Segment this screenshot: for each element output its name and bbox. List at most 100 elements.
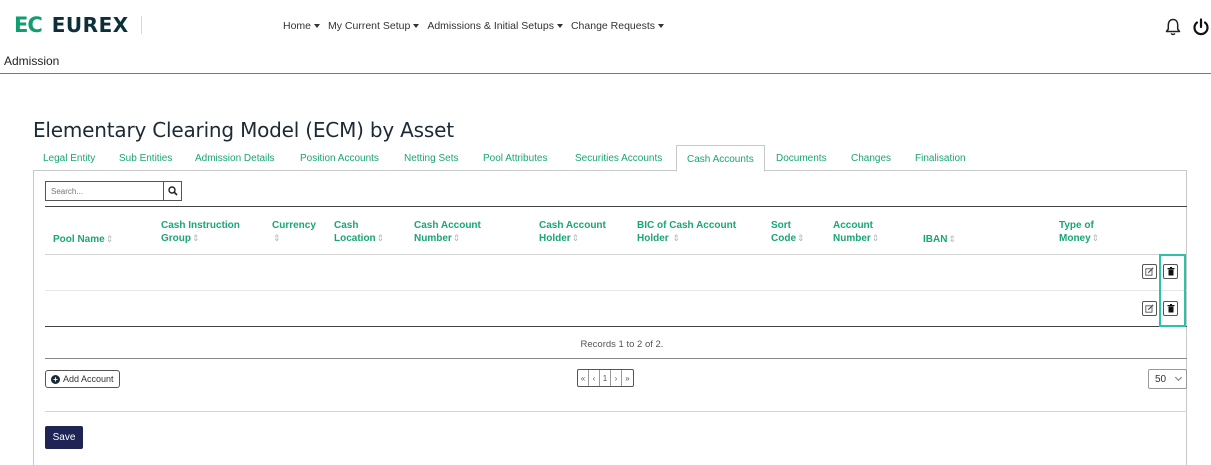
caret-down-icon <box>413 24 420 28</box>
nav-admissions-label: Admissions & Initial Setups <box>427 20 554 32</box>
table-header-rule <box>45 254 1187 255</box>
sort-icon: ⇕ <box>871 233 880 243</box>
next-page-button[interactable]: › <box>611 370 622 386</box>
actions-rule <box>45 411 1187 412</box>
tab-finalisation[interactable]: Finalisation <box>915 145 966 171</box>
chevron-down-icon <box>1174 373 1183 382</box>
col-label: Cash Account <box>414 220 481 231</box>
edit-button[interactable] <box>1142 301 1157 316</box>
page-title: Elementary Clearing Model (ECM) by Asset <box>33 118 454 142</box>
edit-icon <box>1145 304 1154 313</box>
col-label: Cash <box>334 220 359 231</box>
sort-icon: ⇕ <box>571 233 580 243</box>
row-divider <box>45 290 1187 291</box>
col-label: Sort <box>771 220 791 231</box>
edit-button[interactable] <box>1142 264 1157 279</box>
tab-position-accounts[interactable]: Position Accounts <box>300 145 379 171</box>
col-sort-code[interactable]: Sort Code⇕ <box>771 219 805 245</box>
add-account-button[interactable]: + Add Account <box>45 370 120 388</box>
tab-changes[interactable]: Changes <box>851 145 891 171</box>
col-account-number[interactable]: Account Number⇕ <box>833 219 879 245</box>
search-button[interactable] <box>163 182 181 200</box>
nav-home[interactable]: Home <box>283 20 321 32</box>
col-label-line2: Code <box>771 233 796 244</box>
sort-icon: ⇕ <box>1091 233 1100 243</box>
logo-mark: EC <box>14 13 43 37</box>
col-label-line2: Money <box>1059 233 1091 244</box>
col-label: Currency <box>272 220 316 231</box>
col-label-line2: Number <box>414 233 452 244</box>
nav-my-current-setup[interactable]: My Current Setup <box>328 20 420 32</box>
footer-rule <box>45 358 1187 359</box>
logo-divider <box>140 16 142 34</box>
records-text: Records 1 to 2 of 2. <box>580 339 664 350</box>
tab-sub-entities[interactable]: Sub Entities <box>119 145 172 171</box>
save-button[interactable]: Save <box>45 426 83 449</box>
col-cash-instruction-group[interactable]: Cash Instruction Group⇕ <box>161 219 240 245</box>
col-cash-location[interactable]: Cash Location⇕ <box>334 219 384 245</box>
tab-admission-details[interactable]: Admission Details <box>195 145 274 171</box>
col-label-line2: Holder <box>539 233 571 244</box>
tab-securities-accounts[interactable]: Securities Accounts <box>575 145 662 171</box>
tab-netting-sets[interactable]: Netting Sets <box>404 145 458 171</box>
add-account-label: Add Account <box>63 374 114 384</box>
page-number-button[interactable]: 1 <box>600 370 611 386</box>
tab-documents[interactable]: Documents <box>776 145 827 171</box>
col-label-line2: Group <box>161 233 191 244</box>
logo-text: EUREX <box>51 13 129 37</box>
breadcrumb[interactable]: Admission <box>4 54 59 68</box>
table-bottom-rule <box>45 326 1187 327</box>
search-icon <box>167 186 178 196</box>
col-iban[interactable]: IBAN⇕ <box>923 233 956 246</box>
sort-icon: ⇕ <box>105 234 114 244</box>
sort-icon: ⇕ <box>452 233 461 243</box>
tab-pool-attributes[interactable]: Pool Attributes <box>483 145 547 171</box>
delete-column-highlight <box>1159 254 1186 327</box>
col-label: Account <box>833 220 873 231</box>
caret-down-icon <box>314 24 321 28</box>
first-page-button[interactable]: « <box>578 370 589 386</box>
main-nav: Home My Current Setup Admissions & Initi… <box>283 20 665 32</box>
col-type-of-money[interactable]: Type of Money⇕ <box>1059 219 1099 245</box>
prev-page-button[interactable]: ‹ <box>589 370 600 386</box>
col-cash-account-holder[interactable]: Cash Account Holder⇕ <box>539 219 606 245</box>
bell-icon[interactable] <box>1165 18 1181 36</box>
caret-down-icon <box>658 24 665 28</box>
plus-circle-icon: + <box>51 374 60 384</box>
table-top-rule <box>45 206 1187 207</box>
col-currency[interactable]: Currency ⇕ <box>272 219 316 245</box>
col-bic-cash-account-holder[interactable]: BIC of Cash Account Holder ⇕ <box>637 219 736 245</box>
sort-icon: ⇕ <box>192 233 200 243</box>
col-pool-name[interactable]: Pool Name⇕ <box>53 233 113 246</box>
sort-icon: ⇕ <box>672 233 680 243</box>
tab-legal-entity[interactable]: Legal Entity <box>43 145 95 171</box>
nav-change-requests[interactable]: Change Requests <box>570 20 665 32</box>
sort-icon: ⇕ <box>376 233 385 243</box>
power-icon[interactable] <box>1192 18 1210 36</box>
sort-icon: ⇕ <box>273 233 281 243</box>
last-page-button[interactable]: » <box>622 370 633 386</box>
col-label: Pool Name <box>53 234 105 245</box>
edit-icon <box>1145 267 1154 276</box>
nav-home-label: Home <box>283 20 312 32</box>
nav-change-requests-label: Change Requests <box>570 20 656 32</box>
nav-admissions[interactable]: Admissions & Initial Setups <box>427 20 563 32</box>
sort-icon: ⇕ <box>797 233 805 243</box>
tab-panel <box>33 171 1187 465</box>
caret-down-icon <box>556 24 563 28</box>
search-box <box>45 181 182 201</box>
tab-cash-accounts[interactable]: Cash Accounts <box>676 145 765 172</box>
col-label: BIC of Cash Account <box>637 220 737 231</box>
page-size-select[interactable]: 50 <box>1148 369 1187 389</box>
search-input[interactable] <box>46 182 163 200</box>
col-label-line2: Holder <box>637 233 669 244</box>
col-label: IBAN <box>923 234 948 245</box>
col-cash-account-number[interactable]: Cash Account Number⇕ <box>414 219 481 245</box>
sort-icon: ⇕ <box>948 234 956 244</box>
col-label: Cash Account <box>539 220 606 231</box>
eurex-logo[interactable]: EC EUREX <box>14 13 142 37</box>
col-label-line2: Number <box>833 233 871 244</box>
breadcrumb-bar: Admission <box>0 48 1211 74</box>
top-bar: EC EUREX Home My Current Setup Admission… <box>0 0 1211 48</box>
pagination: « ‹ 1 › » <box>577 369 634 387</box>
